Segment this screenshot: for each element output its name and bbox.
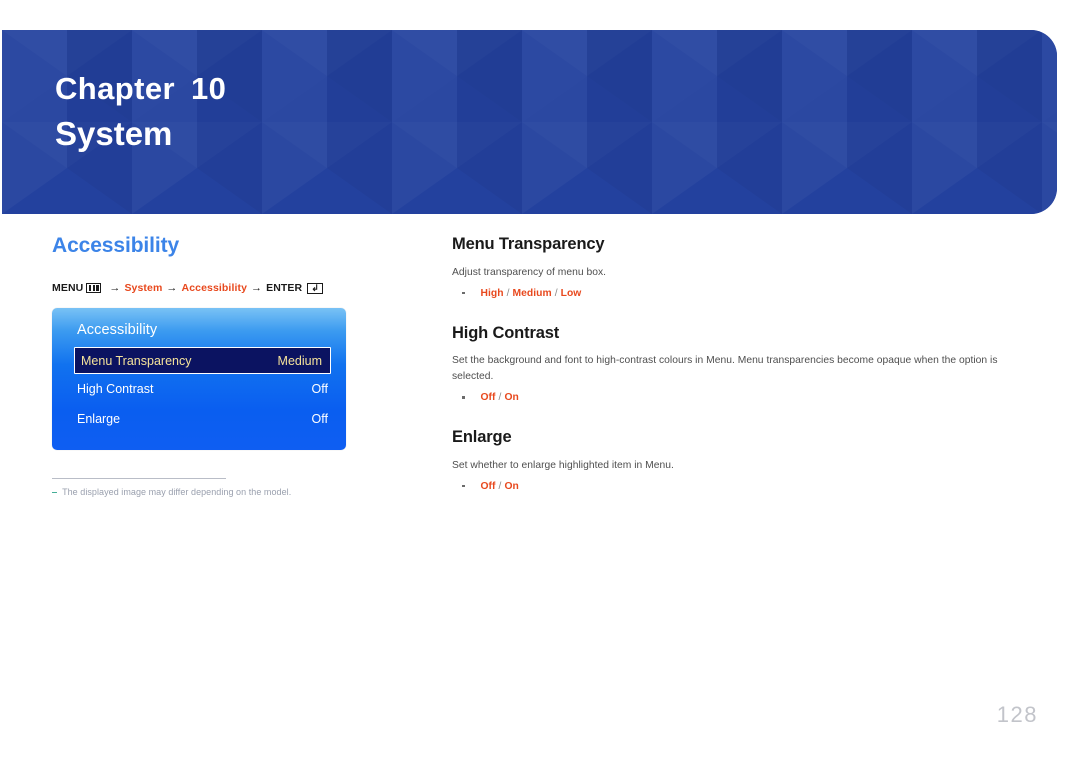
menu-path-arrow-2: →: [166, 282, 178, 295]
chapter-title: System: [55, 114, 173, 152]
footnote-divider: [52, 478, 226, 480]
option-separator: /: [554, 287, 558, 299]
topic-description: Adjust transparency of menu box.: [452, 266, 607, 278]
osd-title: Accessibility: [77, 322, 158, 339]
left-column: Accessibility MENU → System → Accessibil…: [52, 233, 422, 497]
osd-row-label: High Contrast: [77, 382, 154, 397]
option-value: On: [504, 480, 519, 492]
chapter-line: Chapter 10: [55, 70, 226, 109]
topic-high-contrast: High Contrast Set the background and fon…: [452, 323, 1024, 404]
bullet-icon: [462, 291, 465, 295]
banner-title-block: Chapter 10 System: [55, 70, 226, 156]
osd-menu-preview: Accessibility Menu Transparency Medium H…: [52, 308, 346, 451]
topic-title: Menu Transparency: [452, 235, 605, 253]
topic-title: High Contrast: [452, 323, 560, 342]
chapter-label: Chapter: [55, 71, 175, 106]
osd-row-value: Off: [311, 382, 328, 397]
topic-options: Off / On: [452, 392, 1024, 403]
topic-menu-transparency: Menu Transparency Adjust transparency of…: [452, 234, 1024, 299]
osd-row-menu-transparency[interactable]: Menu Transparency Medium: [74, 347, 331, 375]
bullet-icon: [462, 484, 465, 488]
page-number: 128: [996, 702, 1038, 727]
topic-title: Enlarge: [452, 428, 512, 447]
menu-path-step-accessibility: Accessibility: [181, 282, 248, 295]
option-separator: /: [506, 287, 510, 299]
menu-path-menu-label: MENU: [52, 282, 84, 295]
topic-enlarge: Enlarge Set whether to enlarge highlight…: [452, 427, 1024, 492]
footnote: ‒ The displayed image may differ dependi…: [52, 487, 422, 497]
osd-row-value: Medium: [277, 353, 322, 368]
footnote-text: The displayed image may differ depending…: [62, 487, 292, 498]
chapter-banner: Chapter 10 System: [2, 30, 1057, 214]
page-root: Chapter 10 System Accessibility MENU → Sy…: [0, 0, 1080, 763]
option-value: On: [504, 392, 519, 404]
osd-row-high-contrast[interactable]: High Contrast Off: [52, 374, 346, 404]
option-value: High: [480, 287, 504, 299]
enter-return-icon: ↲: [307, 282, 324, 294]
option-value: Low: [560, 287, 582, 299]
menu-path-arrow-3: →: [251, 282, 263, 295]
menu-bars-icon: [86, 283, 102, 294]
page-title: Accessibility: [52, 234, 180, 257]
osd-row-label: Enlarge: [77, 412, 121, 427]
menu-path-breadcrumb: MENU → System → Accessibility → ENTER ↲: [52, 282, 422, 294]
option-value: Medium: [512, 287, 552, 299]
option-value: Off: [480, 480, 496, 492]
chapter-number: 10: [190, 71, 227, 106]
osd-row-label: Menu Transparency: [81, 353, 192, 368]
topic-description: Set whether to enlarge highlighted item …: [452, 459, 674, 471]
osd-row-list: Menu Transparency Medium High Contrast O…: [52, 347, 346, 434]
topic-options: Off / On: [452, 481, 1024, 492]
osd-row-enlarge[interactable]: Enlarge Off: [52, 404, 346, 434]
topic-description: Set the background and font to high-cont…: [452, 355, 998, 383]
topic-options: High / Medium / Low: [452, 288, 1024, 299]
option-separator: /: [498, 480, 502, 492]
right-column: Menu Transparency Adjust transparency of…: [452, 234, 1024, 516]
osd-row-value: Off: [311, 412, 328, 427]
menu-path-enter-label: ENTER: [266, 282, 303, 295]
option-value: Off: [480, 392, 496, 404]
menu-path-step-system: System: [124, 282, 163, 295]
option-separator: /: [498, 392, 502, 404]
bullet-icon: [462, 396, 465, 399]
menu-path-arrow-1: →: [109, 282, 121, 295]
footnote-marker: ‒: [52, 487, 58, 498]
